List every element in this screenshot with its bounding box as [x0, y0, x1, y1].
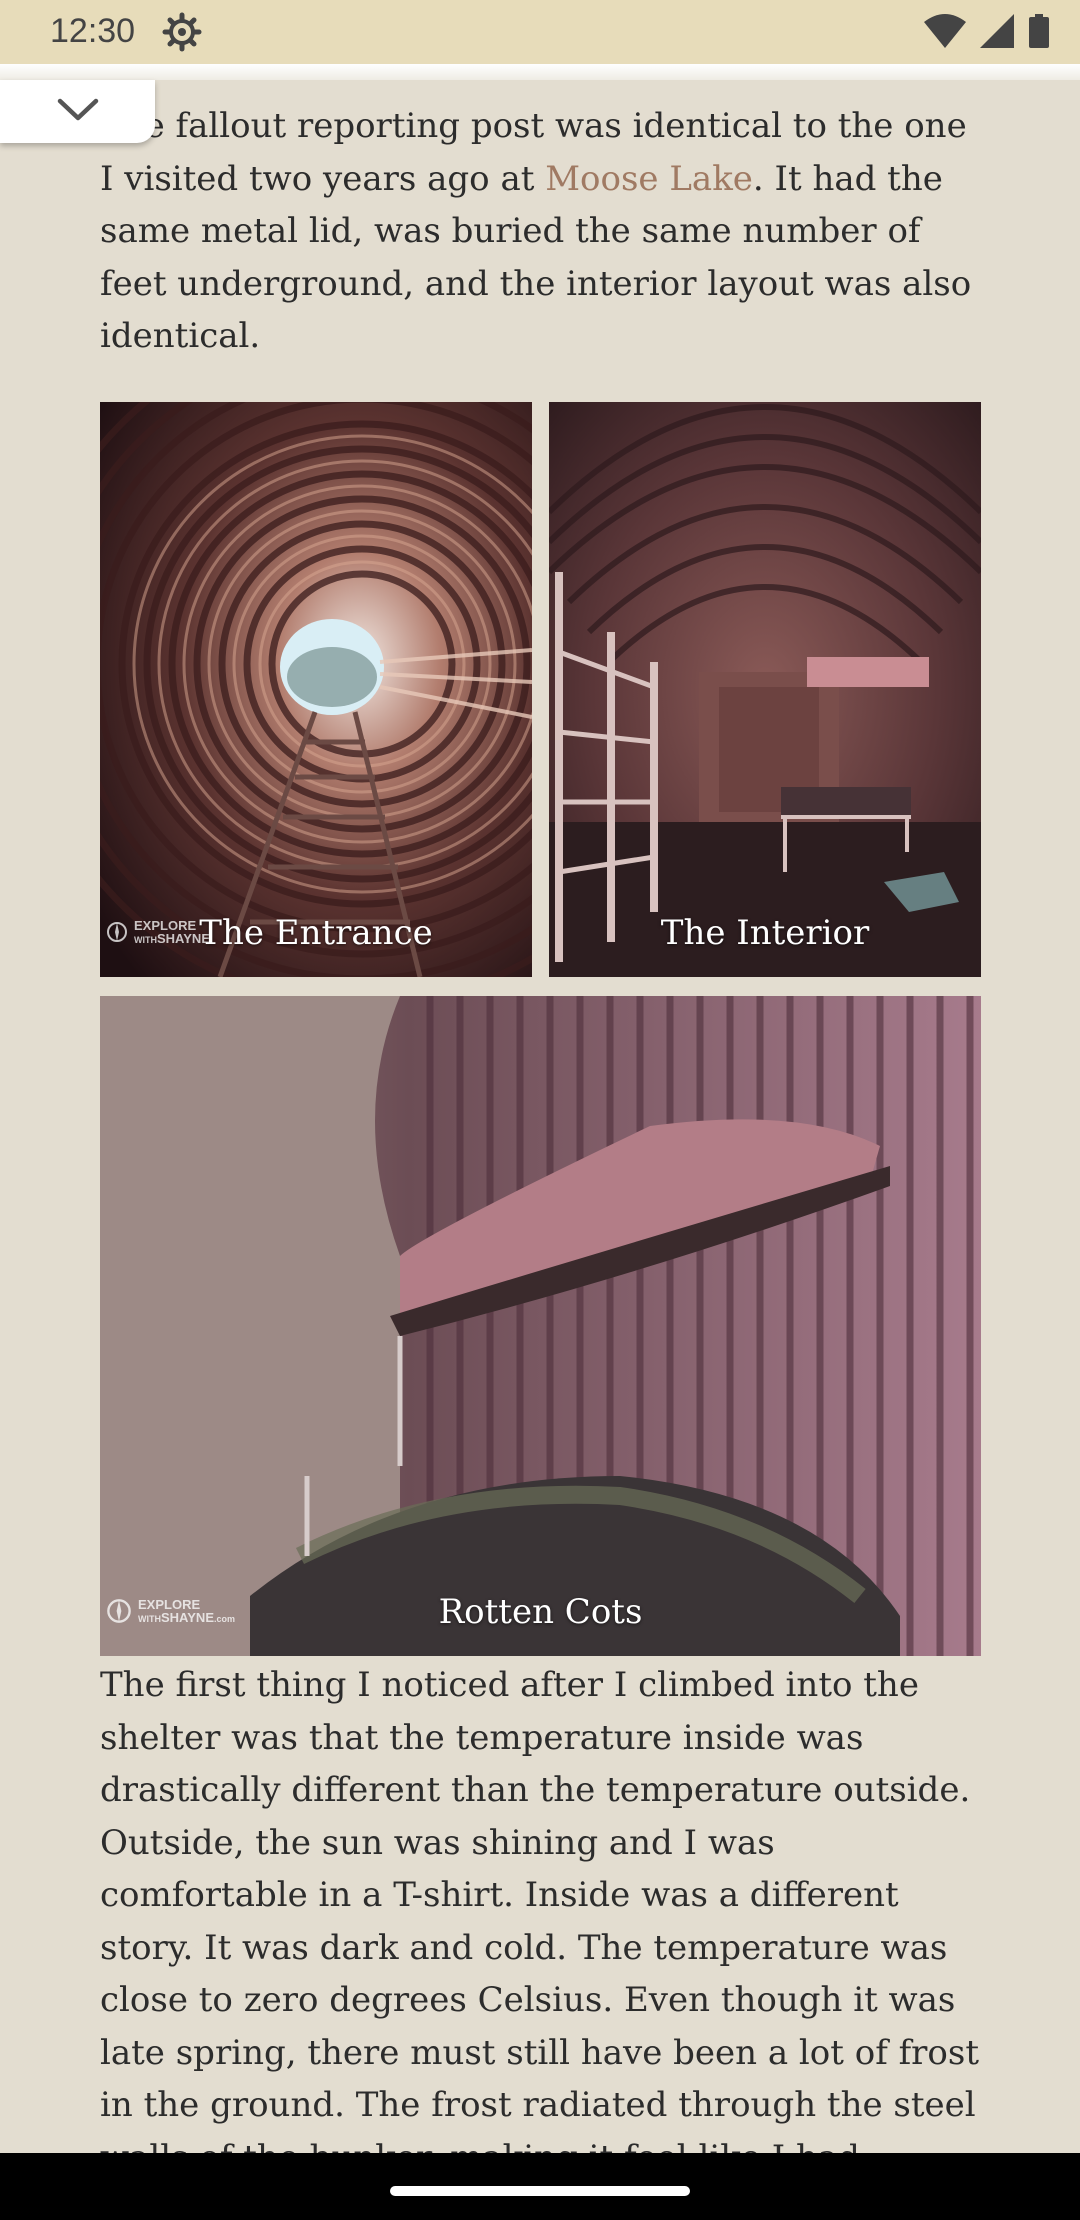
article-body: The first thing I noticed after I climbe…: [100, 1659, 980, 2153]
collapse-toolbar-button[interactable]: [0, 80, 155, 143]
photo-interior[interactable]: The Interior: [549, 402, 981, 977]
cell-signal-icon: [980, 14, 1014, 48]
status-time: 12:30: [50, 12, 136, 50]
status-bar: 12:30: [0, 0, 1080, 64]
paragraph-intro: The fallout reporting post was identical…: [100, 100, 980, 363]
photo-caption: The Interior: [660, 913, 870, 953]
wifi-icon: [924, 14, 966, 48]
chevron-down-icon: [56, 97, 100, 127]
moose-lake-link[interactable]: Moose Lake: [545, 159, 753, 199]
paragraph-temperature: The first thing I noticed after I climbe…: [100, 1665, 980, 2153]
article-intro: The fallout reporting post was identical…: [100, 100, 980, 363]
settings-gear-icon: [162, 12, 202, 52]
toolbar-edge: [0, 64, 1080, 80]
photo-caption: The Entrance: [199, 913, 433, 953]
photo-caption: Rotten Cots: [438, 1592, 643, 1632]
photo-rotten-cots[interactable]: EXPLORE WITHSHAYNE.com Rotten Cots: [100, 996, 981, 1656]
photo-entrance[interactable]: EXPLORE WITHSHAYNE The Entrance: [100, 402, 532, 977]
home-gesture-handle[interactable]: [390, 2186, 690, 2196]
battery-icon: [1028, 14, 1050, 48]
